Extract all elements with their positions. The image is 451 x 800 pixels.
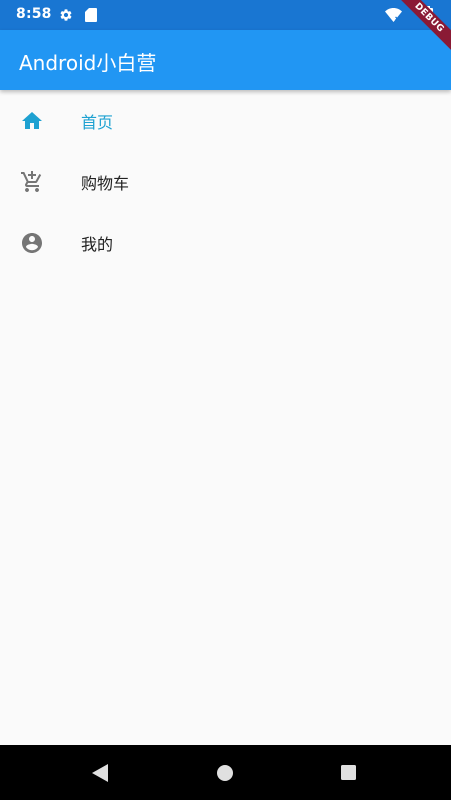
home-circle-icon[interactable] bbox=[217, 765, 233, 781]
app-bar: Android小白营 bbox=[0, 30, 451, 90]
sd-card-icon bbox=[85, 8, 97, 22]
system-nav-bar bbox=[0, 745, 451, 800]
app-title: Android小白营 bbox=[19, 51, 157, 75]
status-bar: 8:58 bbox=[0, 0, 451, 30]
menu-item-home[interactable]: 首页 bbox=[0, 90, 451, 151]
recent-apps-icon[interactable] bbox=[341, 765, 356, 780]
status-time: 8:58 bbox=[16, 6, 52, 22]
wifi-icon bbox=[385, 8, 402, 22]
add-shopping-cart-icon bbox=[21, 170, 42, 192]
phone-screen: 8:58 DEBUG Android小白营 首页 购物车 我的 bbox=[0, 0, 451, 800]
menu-list: 首页 购物车 我的 bbox=[0, 90, 451, 273]
back-icon[interactable] bbox=[92, 764, 108, 782]
account-circle-icon bbox=[22, 232, 42, 253]
settings-icon bbox=[60, 9, 72, 21]
menu-item-label: 我的 bbox=[81, 234, 114, 254]
battery-icon bbox=[424, 6, 433, 23]
menu-item-cart[interactable]: 购物车 bbox=[0, 151, 451, 212]
menu-item-label: 购物车 bbox=[81, 173, 130, 193]
menu-item-label: 首页 bbox=[81, 112, 114, 132]
menu-item-profile[interactable]: 我的 bbox=[0, 212, 451, 273]
home-icon bbox=[22, 111, 42, 129]
